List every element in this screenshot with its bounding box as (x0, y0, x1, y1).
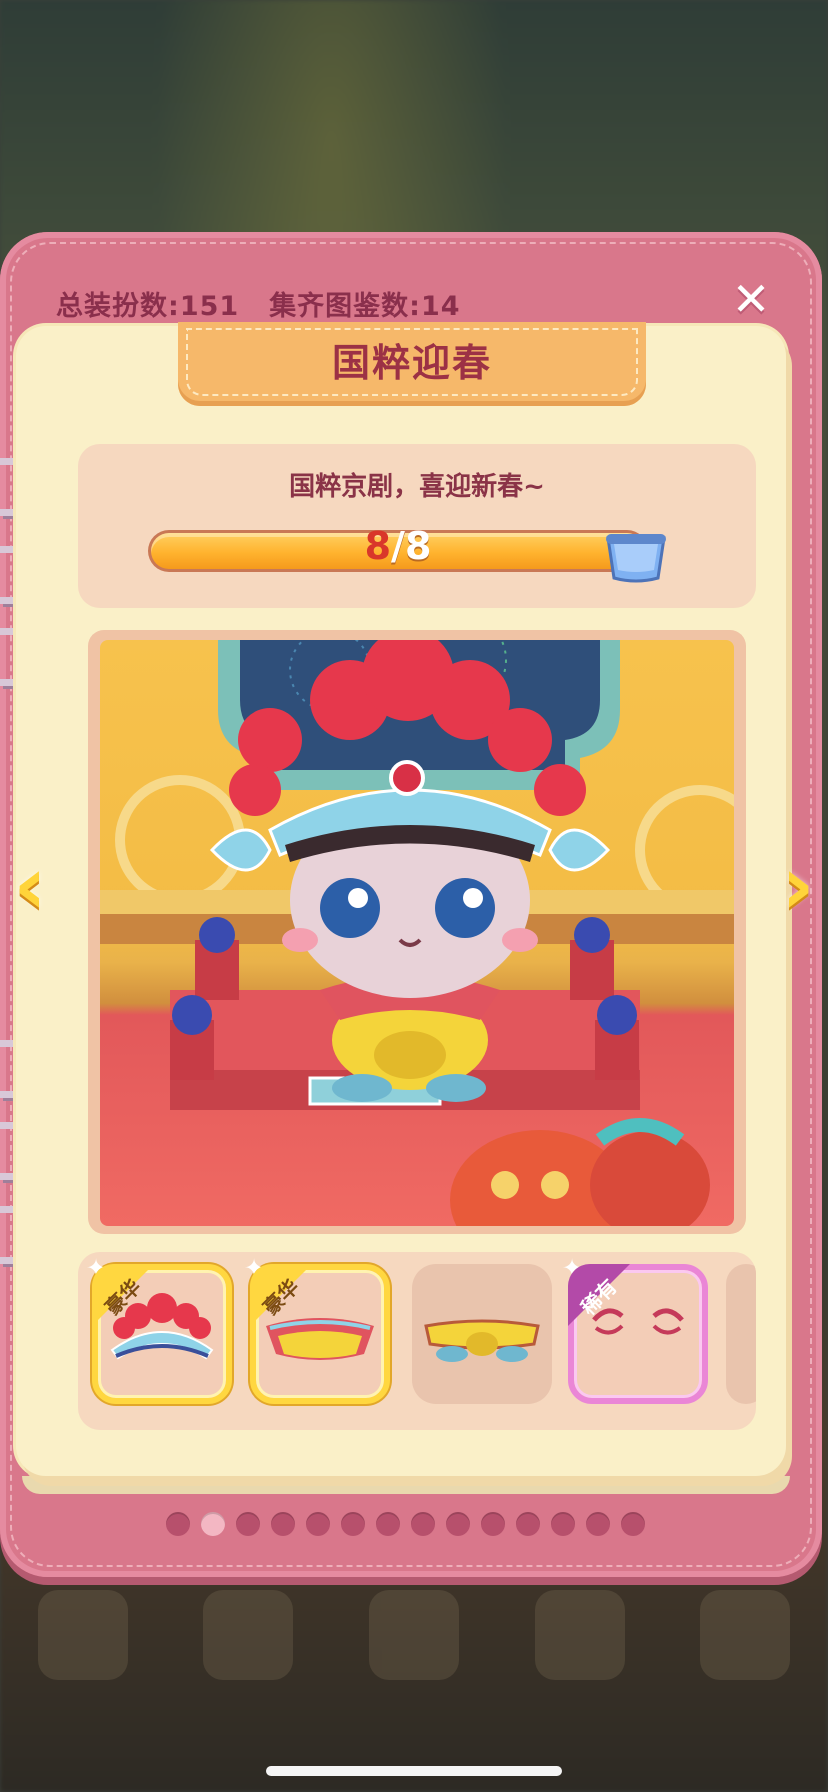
collection-description: 国粹京剧，喜迎新春~ (289, 472, 545, 502)
page-dot[interactable] (166, 1512, 190, 1536)
background-menu (0, 1560, 828, 1710)
outfit-item-slot[interactable]: ✦ 豪华 (244, 1254, 390, 1404)
progress-total: 8 (404, 524, 432, 568)
home-indicator[interactable] (266, 1766, 562, 1776)
page-dot[interactable] (236, 1512, 260, 1536)
outfit-items-tray: ✦ 豪华 ✦ 豪华 ✦ 稀有 (78, 1252, 756, 1430)
reward-chest-icon[interactable] (604, 530, 668, 584)
page-dot[interactable] (481, 1512, 505, 1536)
total-outfits-label: 总装扮数: (56, 291, 180, 322)
page-dot[interactable] (516, 1512, 540, 1536)
opera-cat-illustration (100, 640, 734, 1226)
collected-label: 集齐图鉴数: (269, 291, 421, 322)
blurred-app-icon (534, 1590, 625, 1680)
page-dot[interactable] (306, 1512, 330, 1536)
page-dot[interactable] (446, 1512, 470, 1536)
stats-bar: 总装扮数:151 集齐图鉴数:14 (56, 284, 461, 323)
page-dot[interactable] (271, 1512, 295, 1536)
page-title: 国粹迎春 (331, 341, 492, 385)
page-dot[interactable] (621, 1512, 645, 1536)
page-dot[interactable] (341, 1512, 365, 1536)
title-tab: 国粹迎春 (178, 322, 646, 406)
collected-stat: 集齐图鉴数:14 (269, 284, 460, 323)
chevron-left-icon: ‹ (13, 839, 47, 932)
progress-current: 8 (364, 524, 392, 568)
collected-value: 14 (421, 291, 461, 322)
page-dot[interactable] (411, 1512, 435, 1536)
prev-page-button[interactable]: ‹ (2, 846, 58, 926)
close-icon: ✕ (731, 272, 771, 326)
page-dot[interactable] (551, 1512, 575, 1536)
page-indicator (166, 1512, 645, 1536)
close-button[interactable]: ✕ (728, 276, 774, 322)
outfit-item-slot-partial[interactable] (726, 1264, 756, 1404)
blurred-app-icon (700, 1590, 791, 1680)
page-edge (22, 1476, 790, 1494)
next-page-button[interactable]: › (770, 846, 826, 926)
character-preview (100, 640, 734, 1226)
opera-belt-icon (424, 1319, 540, 1362)
total-outfits-value: 151 (179, 291, 240, 322)
outfit-item-slot[interactable] (412, 1264, 552, 1404)
page-dot[interactable] (586, 1512, 610, 1536)
total-outfits-stat: 总装扮数:151 (56, 284, 239, 323)
page-dot[interactable] (376, 1512, 400, 1536)
blurred-app-icon (203, 1590, 294, 1680)
progress-separator: / (391, 524, 405, 568)
outfit-item-slot[interactable]: ✦ 稀有 (562, 1254, 708, 1404)
page-dot[interactable] (201, 1512, 225, 1536)
outfit-item-slot[interactable]: ✦ 豪华 (86, 1254, 232, 1404)
progress-card: 国粹京剧，喜迎新春~ 8/8 (78, 444, 756, 608)
blurred-app-icon (368, 1590, 459, 1680)
chevron-right-icon: › (781, 839, 815, 932)
progress-label: 8/8 (148, 524, 648, 568)
blurred-app-icon (37, 1590, 128, 1680)
